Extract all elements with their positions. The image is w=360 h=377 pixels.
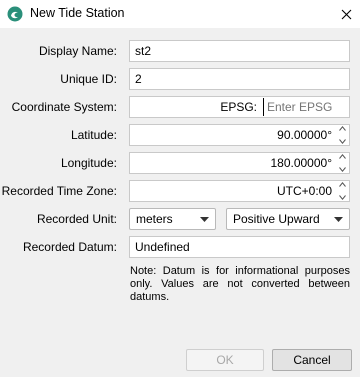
latitude-value: 90.00000° bbox=[277, 128, 332, 142]
longitude-stepper[interactable] bbox=[337, 154, 348, 172]
spin-up-icon[interactable] bbox=[339, 154, 346, 159]
spin-down-icon[interactable] bbox=[339, 195, 346, 200]
time-zone-stepper[interactable] bbox=[337, 182, 348, 200]
display-name-field[interactable]: st2 bbox=[129, 40, 350, 62]
unit-dropdown[interactable]: meters bbox=[129, 208, 216, 230]
latitude-spinbox[interactable]: 90.00000° bbox=[129, 124, 350, 146]
epsg-input[interactable] bbox=[263, 98, 351, 116]
longitude-value: 180.00000° bbox=[270, 156, 332, 170]
latitude-stepper[interactable] bbox=[337, 126, 348, 144]
coordinate-system-label: Coordinate System: bbox=[11, 100, 117, 114]
datum-note: Note: Datum is for informational purpose… bbox=[130, 265, 350, 303]
recorded-datum-label: Recorded Datum: bbox=[22, 240, 117, 254]
spin-up-icon[interactable] bbox=[339, 126, 346, 131]
spin-down-icon[interactable] bbox=[339, 167, 346, 172]
display-name-value: st2 bbox=[135, 44, 152, 58]
recorded-unit-label: Recorded Unit: bbox=[36, 212, 117, 226]
display-name-label: Display Name: bbox=[38, 44, 117, 58]
longitude-label: Longitude: bbox=[60, 156, 117, 170]
chevron-down-icon bbox=[334, 217, 343, 222]
spin-down-icon[interactable] bbox=[339, 139, 346, 144]
close-button[interactable] bbox=[332, 0, 360, 28]
recorded-datum-field[interactable]: Undefined bbox=[129, 236, 350, 258]
time-zone-value: UTC+0:00 bbox=[276, 184, 332, 198]
recorded-datum-value: Undefined bbox=[135, 240, 190, 254]
unit-dropdown-value: meters bbox=[136, 212, 173, 226]
epsg-prefix: EPSG: bbox=[220, 100, 257, 114]
unique-id-label: Unique ID: bbox=[60, 72, 117, 86]
direction-dropdown-value: Positive Upward bbox=[233, 212, 320, 226]
chevron-down-icon bbox=[200, 217, 209, 222]
unique-id-field[interactable]: 2 bbox=[129, 68, 350, 90]
unique-id-value: 2 bbox=[135, 72, 142, 86]
latitude-label: Latitude: bbox=[70, 128, 117, 142]
ok-button[interactable]: OK bbox=[186, 349, 264, 371]
window-title: New Tide Station bbox=[30, 6, 125, 20]
time-zone-label: Recorded Time Zone: bbox=[1, 184, 117, 198]
direction-dropdown[interactable]: Positive Upward bbox=[226, 208, 350, 230]
close-icon bbox=[341, 9, 351, 19]
longitude-spinbox[interactable]: 180.00000° bbox=[129, 152, 350, 174]
cancel-button[interactable]: Cancel bbox=[272, 349, 352, 371]
time-zone-spinbox[interactable]: UTC+0:00 bbox=[129, 180, 350, 202]
tide-app-icon bbox=[7, 6, 23, 22]
spin-up-icon[interactable] bbox=[339, 182, 346, 187]
title-bar: New Tide Station bbox=[0, 0, 360, 28]
coordinate-system-field: EPSG: bbox=[129, 96, 351, 118]
